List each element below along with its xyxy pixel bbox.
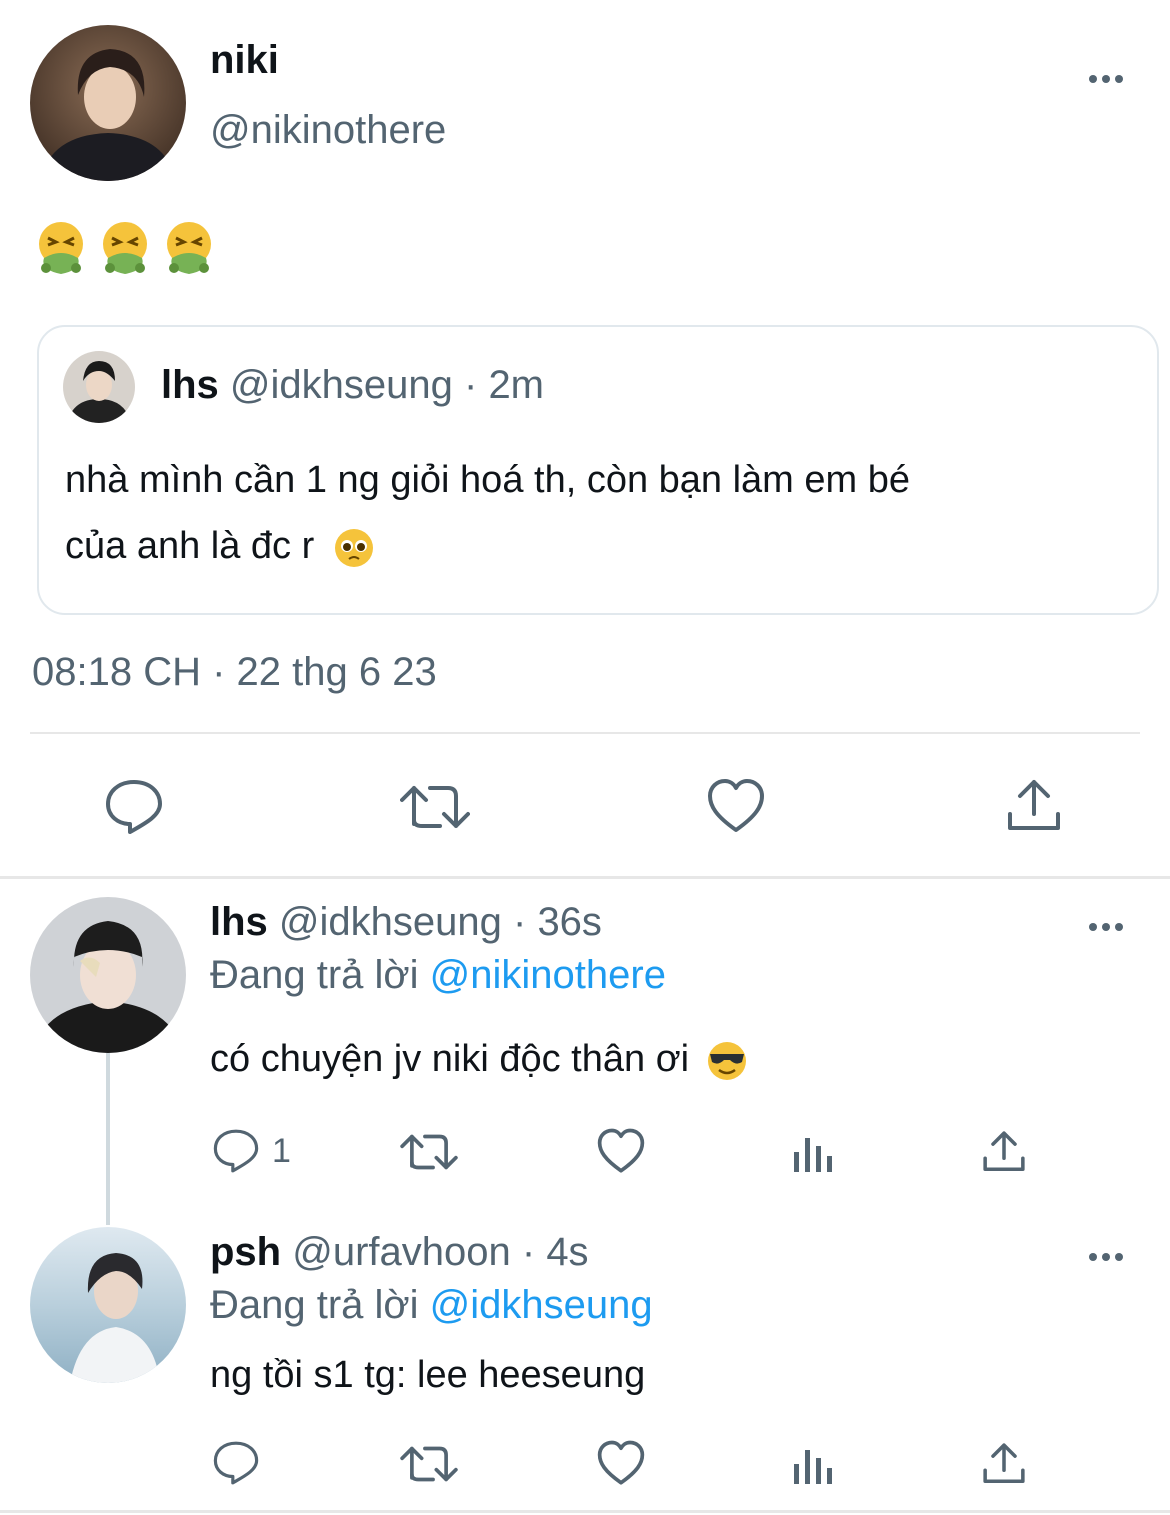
reply-text-content: có chuyện jv niki độc thân ơi — [210, 1038, 690, 1080]
retweet-icon[interactable] — [400, 1442, 458, 1486]
like-icon[interactable] — [706, 778, 766, 834]
quoted-tweet-card[interactable]: lhs @idkhseung · 2m nhà mình cần 1 ng gi… — [37, 325, 1159, 615]
tweet-body — [32, 218, 218, 278]
like-icon[interactable] — [596, 1128, 646, 1174]
tweet-timestamp[interactable]: 08:18 CH · 22 thg 6 23 — [32, 650, 437, 695]
reply-avatar[interactable] — [30, 897, 186, 1053]
reply-count: 1 — [272, 1132, 291, 1170]
smiling-face-with-sunglasses-icon — [707, 1041, 746, 1080]
quoted-author-name: lhs — [161, 363, 219, 407]
reply-header: lhs @idkhseung · 36s — [210, 900, 602, 945]
like-icon[interactable] — [596, 1440, 646, 1486]
retweet-icon[interactable] — [400, 780, 470, 834]
replying-to: Đang trả lời @idkhseung — [210, 1283, 653, 1328]
reply-avatar-image — [30, 1227, 186, 1383]
reply-text: có chuyện jv niki độc thân ơi — [210, 1026, 748, 1092]
nauseated-face-icon — [39, 222, 83, 274]
more-options-icon[interactable] — [1089, 918, 1131, 931]
reply-text: ng tồi s1 tg: lee heeseung — [210, 1354, 646, 1396]
divider — [30, 732, 1140, 734]
quoted-avatar — [63, 351, 135, 423]
author-avatar-image — [30, 25, 186, 181]
thread-line — [106, 1053, 110, 1225]
retweet-icon[interactable] — [400, 1130, 458, 1174]
replying-to-handle[interactable]: @idkhseung — [430, 1283, 653, 1327]
replying-to-handle[interactable]: @nikinothere — [430, 953, 666, 997]
reply-icon[interactable] — [212, 1440, 260, 1486]
nauseated-face-icon — [167, 222, 211, 274]
reply-author-handle[interactable]: @idkhseung · 36s — [279, 900, 602, 944]
author-name[interactable]: niki — [210, 38, 279, 83]
nauseated-face-icon — [103, 222, 147, 274]
reply-header: psh @urfavhoon · 4s — [210, 1230, 589, 1275]
pleading-face-icon — [334, 528, 373, 567]
reply-author-handle[interactable]: @urfavhoon · 4s — [292, 1230, 588, 1274]
bottom-divider — [0, 1510, 1170, 1513]
replying-to: Đang trả lời @nikinothere — [210, 953, 666, 998]
reply-icon[interactable] — [212, 1128, 260, 1174]
quoted-avatar-image — [63, 351, 135, 423]
quoted-text-line1: nhà mình cần 1 ng giỏi hoá th, còn bạn l… — [65, 459, 910, 501]
reply-avatar-image — [30, 897, 186, 1053]
reply-avatar[interactable] — [30, 1227, 186, 1383]
share-icon[interactable] — [982, 1130, 1026, 1174]
quoted-text: nhà mình cần 1 ng giỏi hoá th, còn bạn l… — [65, 447, 1145, 579]
quoted-author-handle: @idkhseung · 2m — [229, 363, 545, 407]
replying-to-label: Đang trả lời — [210, 953, 419, 997]
quoted-header: lhs @idkhseung · 2m — [161, 363, 544, 408]
reply-author-name[interactable]: psh — [210, 1230, 281, 1274]
quoted-text-line2: của anh là đc r — [65, 525, 315, 567]
author-avatar[interactable] — [30, 25, 186, 181]
more-options-icon[interactable] — [1089, 1248, 1131, 1261]
share-icon[interactable] — [982, 1442, 1026, 1486]
more-options-icon[interactable] — [1089, 70, 1131, 83]
reply-author-name[interactable]: lhs — [210, 900, 268, 944]
views-icon[interactable] — [792, 1444, 834, 1486]
reply-icon[interactable] — [104, 778, 164, 836]
replying-to-label: Đang trả lời — [210, 1283, 419, 1327]
author-handle[interactable]: @nikinothere — [210, 108, 446, 153]
views-icon[interactable] — [792, 1132, 834, 1174]
section-divider — [0, 876, 1170, 879]
share-icon[interactable] — [1006, 778, 1062, 834]
